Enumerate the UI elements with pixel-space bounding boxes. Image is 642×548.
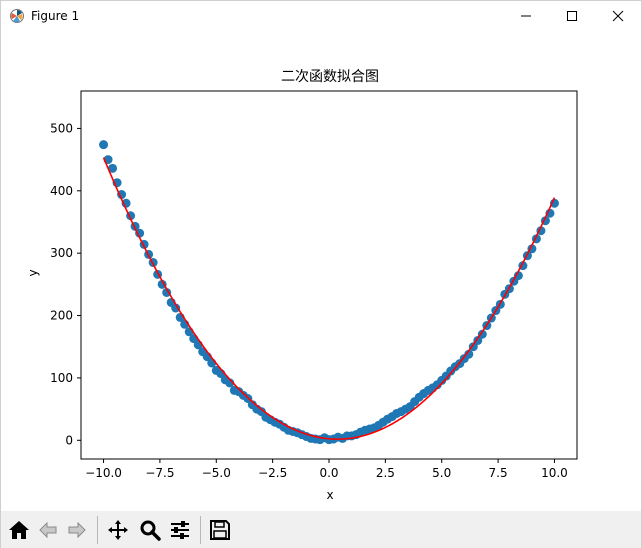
pan-move-icon bbox=[108, 520, 128, 540]
configure-subplots-button[interactable] bbox=[167, 517, 193, 543]
x-tick-label: −10.0 bbox=[85, 466, 122, 480]
y-tick-label: 0 bbox=[65, 433, 73, 447]
y-tick-label: 100 bbox=[50, 371, 73, 385]
window-title: Figure 1 bbox=[31, 9, 80, 23]
maximize-icon bbox=[567, 11, 577, 21]
matplotlib-logo-icon bbox=[9, 8, 25, 24]
x-tick-label: −7.5 bbox=[145, 466, 174, 480]
maximize-button[interactable] bbox=[549, 1, 595, 31]
save-button[interactable] bbox=[207, 517, 233, 543]
zoom-magnifier-icon bbox=[140, 520, 161, 541]
x-tick-label: 0.0 bbox=[319, 466, 338, 480]
save-floppy-icon bbox=[210, 520, 230, 540]
y-tick-label: 500 bbox=[50, 121, 73, 135]
home-button[interactable] bbox=[6, 517, 32, 543]
back-arrow-icon bbox=[39, 521, 57, 539]
forward-button[interactable] bbox=[64, 517, 90, 543]
data-point bbox=[99, 140, 109, 150]
minimize-icon bbox=[521, 15, 531, 17]
forward-arrow-icon bbox=[68, 521, 86, 539]
toolbar-separator bbox=[97, 516, 98, 544]
toolbar-separator bbox=[200, 516, 201, 544]
figure-canvas[interactable]: 二次函数拟合图 −10.0 −7.5 −5.0 −2.5 0.0 2.5 5.0 7.5 10.… bbox=[1, 31, 641, 511]
pan-button[interactable] bbox=[105, 517, 131, 543]
home-icon bbox=[9, 521, 29, 539]
zoom-button[interactable] bbox=[137, 517, 163, 543]
close-icon bbox=[612, 10, 624, 22]
figure-window: Figure 1 二次函数拟合图 −10.0 −7.5 −5.0 −2.5 0.0 2.5… bbox=[0, 0, 642, 548]
chart-svg: 二次函数拟合图 −10.0 −7.5 −5.0 −2.5 0.0 2.5 5.0 7.5 10.… bbox=[26, 69, 578, 502]
chart-title: 二次函数拟合图 bbox=[281, 69, 379, 85]
y-tick-label: 300 bbox=[50, 246, 73, 260]
x-tick-label: 7.5 bbox=[489, 466, 508, 480]
x-tick-label: 2.5 bbox=[376, 466, 395, 480]
x-tick-label: 5.0 bbox=[432, 466, 451, 480]
y-tick-label: 400 bbox=[50, 184, 73, 198]
y-tick-label: 200 bbox=[50, 309, 73, 323]
configure-subplots-icon bbox=[171, 521, 189, 539]
navigation-toolbar bbox=[1, 511, 641, 548]
x-tick-label: −5.0 bbox=[202, 466, 231, 480]
x-tick-label: 10.0 bbox=[541, 466, 568, 480]
close-button[interactable] bbox=[595, 1, 641, 31]
x-tick-label: −2.5 bbox=[258, 466, 287, 480]
title-bar[interactable]: Figure 1 bbox=[1, 1, 641, 31]
y-axis-label: y bbox=[26, 269, 40, 276]
minimize-button[interactable] bbox=[503, 1, 549, 31]
plot-area: −10.0 −7.5 −5.0 −2.5 0.0 2.5 5.0 7.5 10.0 0 100 200… bbox=[50, 90, 578, 480]
back-button[interactable] bbox=[35, 517, 61, 543]
x-axis-label: x bbox=[326, 488, 333, 502]
